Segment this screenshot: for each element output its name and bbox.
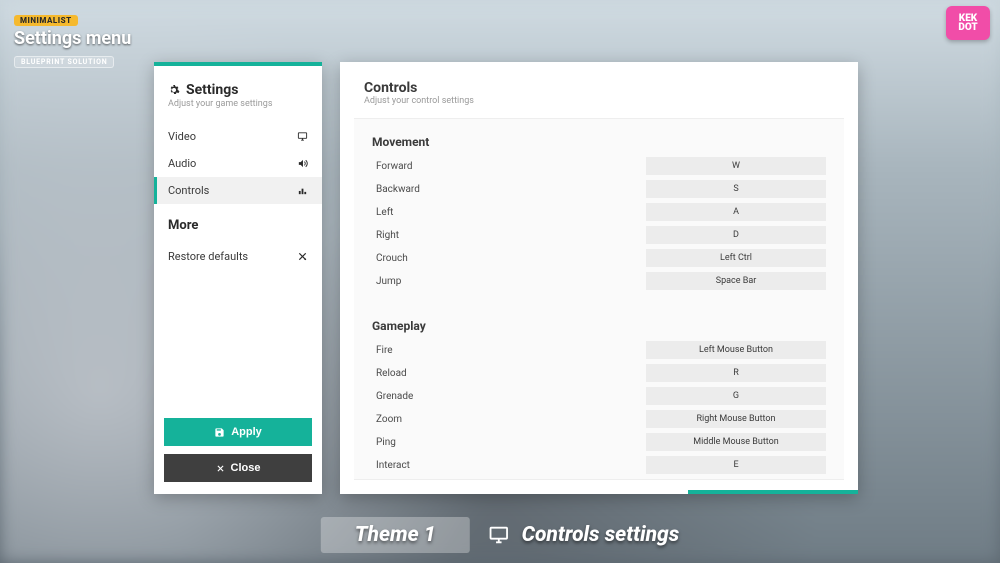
keybind-label: Fire	[372, 345, 646, 356]
keybind-row: FireLeft Mouse Button	[372, 341, 826, 359]
keybind-input[interactable]: E	[646, 456, 826, 474]
sidebar-item-video[interactable]: Video	[154, 123, 322, 150]
logo-line2: DOT	[958, 22, 977, 33]
keybind-input[interactable]: Middle Mouse Button	[646, 433, 826, 451]
reset-icon	[297, 251, 308, 262]
keybind-input[interactable]: A	[646, 203, 826, 221]
speaker-icon	[297, 158, 308, 169]
monitor-icon	[297, 131, 308, 142]
keybind-label: Jump	[372, 276, 646, 287]
apply-button[interactable]: Apply	[164, 418, 312, 446]
close-label: Close	[231, 462, 261, 474]
product-title: Settings menu	[14, 28, 131, 49]
main-panel: Controls Adjust your control settings Mo…	[340, 62, 858, 494]
keybind-row: BackwardS	[372, 180, 826, 198]
keybind-label: Grenade	[372, 391, 646, 402]
main-subtitle: Adjust your control settings	[364, 96, 834, 106]
sidebar-item-audio[interactable]: Audio	[154, 150, 322, 177]
keybind-label: Crouch	[372, 253, 646, 264]
keybind-label: Reload	[372, 368, 646, 379]
bottom-banner: Theme 1 Controls settings	[321, 517, 679, 553]
sidebar-more-list: Restore defaults	[154, 243, 322, 270]
keybind-input[interactable]: Left Mouse Button	[646, 341, 826, 359]
sidebar-item-label: Audio	[168, 157, 196, 170]
keybind-label: Interact	[372, 460, 646, 471]
keybind-label: Left	[372, 207, 646, 218]
section-title: Movement	[372, 135, 826, 149]
keybind-row: ZoomRight Mouse Button	[372, 410, 826, 428]
sidebar-buttons: Apply Close	[154, 418, 322, 482]
keybind-label: Zoom	[372, 414, 646, 425]
sidebar: Settings Adjust your game settings Video…	[154, 62, 322, 494]
badge-minimalist: MINIMALIST	[14, 15, 78, 26]
apply-label: Apply	[231, 426, 262, 438]
keybind-row: CrouchLeft Ctrl	[372, 249, 826, 267]
badge-blueprint: BLUEPRINT SOLUTION	[14, 56, 114, 68]
keybind-input[interactable]: Right Mouse Button	[646, 410, 826, 428]
save-icon	[214, 427, 225, 438]
gear-icon	[168, 84, 180, 96]
sidebar-subtitle: Adjust your game settings	[168, 99, 308, 109]
close-button[interactable]: Close	[164, 454, 312, 482]
keybind-input[interactable]: D	[646, 226, 826, 244]
equalizer-icon	[297, 185, 308, 196]
keybind-row: ForwardW	[372, 157, 826, 175]
section-title: Gameplay	[372, 319, 826, 333]
main-body[interactable]: MovementForwardWBackwardSLeftARightDCrou…	[354, 118, 844, 480]
keybind-input[interactable]: G	[646, 387, 826, 405]
keybind-label: Right	[372, 230, 646, 241]
sidebar-item-label: Video	[168, 130, 196, 143]
main-title: Controls	[364, 80, 834, 96]
keybind-label: Backward	[372, 184, 646, 195]
sidebar-title-text: Settings	[186, 82, 238, 98]
banner-caption: Controls settings	[488, 523, 680, 547]
brand-logo-text: KEK DOT	[958, 14, 977, 33]
sidebar-item-label: Restore defaults	[168, 250, 248, 263]
keybind-input[interactable]: S	[646, 180, 826, 198]
keybind-row: RightD	[372, 226, 826, 244]
keybind-row: JumpSpace Bar	[372, 272, 826, 290]
keybind-row: PingMiddle Mouse Button	[372, 433, 826, 451]
theme-chip: Theme 1	[321, 517, 470, 553]
sidebar-nav: Video Audio Controls	[154, 123, 322, 204]
main-header: Controls Adjust your control settings	[340, 62, 858, 118]
sidebar-header: Settings Adjust your game settings	[154, 82, 322, 119]
keybind-input[interactable]: Left Ctrl	[646, 249, 826, 267]
keybind-row: GrenadeG	[372, 387, 826, 405]
keybind-row: ReloadR	[372, 364, 826, 382]
keybind-input[interactable]: Space Bar	[646, 272, 826, 290]
close-icon	[216, 464, 225, 473]
keybind-input[interactable]: W	[646, 157, 826, 175]
banner-caption-text: Controls settings	[522, 523, 680, 547]
keybind-row: InteractE	[372, 456, 826, 474]
keybind-row: LeftA	[372, 203, 826, 221]
sidebar-more-title: More	[154, 204, 322, 239]
sidebar-item-label: Controls	[168, 184, 209, 197]
keybind-input[interactable]: R	[646, 364, 826, 382]
sidebar-item-restore-defaults[interactable]: Restore defaults	[154, 243, 322, 270]
keybind-label: Ping	[372, 437, 646, 448]
sidebar-title: Settings	[168, 82, 308, 98]
sidebar-item-controls[interactable]: Controls	[154, 177, 322, 204]
monitor-icon	[488, 524, 510, 546]
settings-container: Settings Adjust your game settings Video…	[154, 62, 858, 494]
keybind-label: Forward	[372, 161, 646, 172]
brand-logo: KEK DOT	[946, 6, 990, 40]
marketing-header: MINIMALIST Settings menu BLUEPRINT SOLUT…	[14, 8, 131, 68]
